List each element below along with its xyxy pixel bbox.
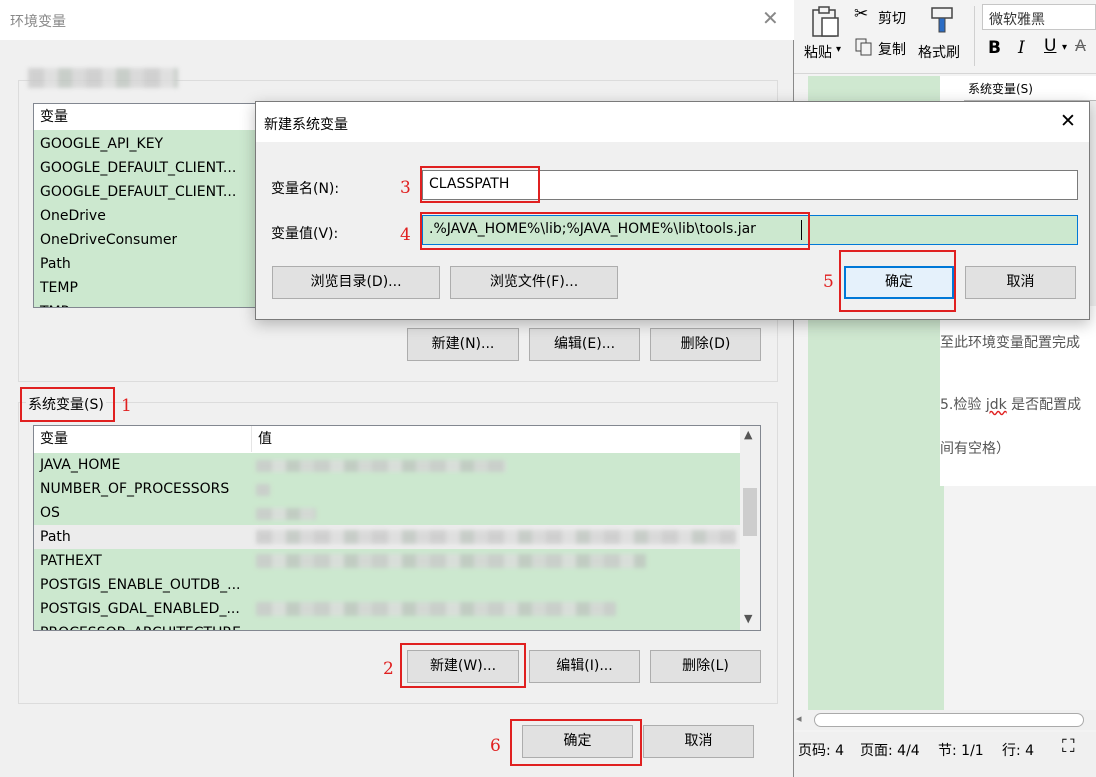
table-row[interactable]: JAVA_HOME (34, 453, 120, 477)
copy-button[interactable]: 复制 (852, 37, 922, 59)
table-row[interactable]: Path (34, 525, 71, 549)
annotation-box-var-name (420, 166, 540, 203)
annotation-box-system-vars (20, 387, 115, 422)
format-painter-label: 格式刷 (918, 45, 960, 61)
doc-line-2: 5.检验 jdk 是否配置成 (940, 397, 1082, 413)
scroll-up-icon[interactable]: ▲ (744, 428, 752, 441)
word-horizontal-scrollbar[interactable]: ◂ (794, 710, 1096, 730)
user-list-header[interactable]: 变量 (34, 104, 262, 130)
list-item[interactable]: GOOGLE_API_KEY (34, 132, 163, 156)
annotation-number-6: 6 (490, 736, 501, 756)
scrollbar-thumb[interactable] (814, 713, 1084, 727)
system-list-header-var[interactable]: 变量 (34, 426, 252, 452)
new-system-variable-dialog: 新建系统变量 ✕ 变量名(N): CLASSPATH 变量值(V): .%JAV… (255, 101, 1090, 320)
variable-value-label: 变量值(V): (271, 226, 339, 242)
user-new-button[interactable]: 新建(N)... (407, 328, 519, 361)
copy-label: 复制 (878, 42, 906, 58)
paste-button[interactable]: 粘贴 ▾ (802, 4, 848, 64)
paste-label: 粘贴 (804, 45, 832, 61)
copy-icon (855, 38, 872, 56)
scissors-icon: ✂ (854, 4, 869, 24)
table-row[interactable]: POSTGIS_ENABLE_OUTDB_... (34, 573, 240, 597)
font-name-value: 微软雅黑 (989, 12, 1045, 28)
list-item[interactable]: Path (34, 252, 71, 276)
status-row: 行: 4 (1002, 743, 1035, 759)
annotation-box-var-value (420, 212, 810, 250)
system-edit-button[interactable]: 编辑(I)... (529, 650, 640, 683)
doc-line-3: 间有空格） (940, 441, 1010, 457)
variable-name-label: 变量名(N): (271, 181, 340, 197)
bold-button[interactable]: B (988, 38, 1001, 58)
underline-dropdown-icon[interactable]: ▾ (1062, 42, 1067, 53)
value-blurred (256, 530, 736, 544)
list-item[interactable]: OneDriveConsumer (34, 228, 177, 252)
underline-button[interactable]: U (1044, 36, 1056, 56)
scroll-left-icon[interactable]: ◂ (796, 712, 802, 725)
dialog-cancel-button[interactable]: 取消 (965, 266, 1076, 299)
italic-button[interactable]: I (1018, 38, 1025, 58)
list-item[interactable]: OneDrive (34, 204, 106, 228)
format-painter-button[interactable]: 格式刷 (918, 4, 970, 64)
chevron-down-icon: ▾ (836, 44, 842, 55)
paintbrush-icon (931, 7, 953, 33)
cut-label: 剪切 (878, 11, 906, 27)
list-item[interactable]: GOOGLE_DEFAULT_CLIENT... (34, 180, 236, 204)
annotation-box-env-ok (510, 719, 642, 766)
user-edit-button[interactable]: 编辑(E)... (529, 328, 640, 361)
scroll-down-icon[interactable]: ▼ (744, 612, 752, 625)
table-row[interactable]: OS (34, 501, 60, 525)
doc-misspelled-word: jdk (985, 397, 1007, 413)
annotation-number-2: 2 (383, 659, 394, 679)
annotation-number-4: 4 (400, 225, 411, 245)
annotation-box-dialog-ok (839, 250, 956, 312)
status-pages: 页面: 4/4 (860, 743, 920, 759)
fullscreen-icon[interactable]: ⛶ (1062, 736, 1075, 757)
annotation-number-3: 3 (400, 178, 411, 198)
env-window-titlebar: 环境变量 ✕ (0, 0, 794, 40)
annotation-box-new-button (400, 643, 526, 688)
system-delete-button[interactable]: 删除(L) (650, 650, 761, 683)
scrollbar-thumb[interactable] (743, 488, 757, 536)
browse-directory-button[interactable]: 浏览目录(D)... (272, 266, 440, 299)
browse-file-button[interactable]: 浏览文件(F)... (450, 266, 618, 299)
font-name-select[interactable]: 微软雅黑 (982, 4, 1096, 30)
clipboard-icon (812, 6, 839, 37)
value-blurred (256, 460, 506, 472)
system-list-scrollbar[interactable]: ▲ ▼ (740, 426, 760, 630)
value-blurred (256, 554, 646, 568)
doc-system-vars-label: 系统变量(S) (968, 82, 1033, 96)
cut-button[interactable]: ✂ 剪切 (852, 4, 922, 28)
value-blurred (256, 508, 316, 520)
dialog-titlebar: 新建系统变量 ✕ (256, 102, 1089, 142)
status-page: 页码: 4 (798, 743, 845, 759)
list-item[interactable]: TEMP (34, 276, 78, 300)
env-window-title: 环境变量 (10, 14, 66, 30)
table-row[interactable]: PATHEXT (34, 549, 102, 573)
table-row[interactable]: PROCESSOR_ARCHITECTURE (34, 621, 241, 630)
close-icon[interactable]: ✕ (762, 6, 779, 30)
env-cancel-button[interactable]: 取消 (643, 725, 754, 758)
table-row[interactable]: NUMBER_OF_PROCESSORS (34, 477, 229, 501)
status-section: 节: 1/1 (938, 743, 984, 759)
word-status-bar: 页码: 4 页面: 4/4 节: 1/1 行: 4 ⛶ (794, 732, 1096, 777)
user-delete-button[interactable]: 删除(D) (650, 328, 761, 361)
ribbon-divider (974, 6, 975, 66)
user-vars-group-label-blurred (28, 68, 178, 88)
annotation-number-1: 1 (121, 396, 132, 416)
value-blurred (256, 484, 270, 496)
word-ribbon: 粘贴 ▾ ✂ 剪切 复制 格式刷 微软雅黑 B I U ▾ A (794, 0, 1096, 74)
strikethrough-icon[interactable]: A (1075, 36, 1086, 55)
value-blurred (256, 602, 616, 616)
dialog-title: 新建系统变量 (264, 117, 348, 133)
list-item[interactable]: GOOGLE_DEFAULT_CLIENT... (34, 156, 236, 180)
dialog-close-icon[interactable]: ✕ (1060, 110, 1076, 132)
system-vars-list[interactable]: 变量 值 JAVA_HOME NUMBER_OF_PROCESSORS OS P… (33, 425, 761, 631)
system-list-header-val[interactable]: 值 (252, 426, 740, 452)
list-item[interactable]: TMP (34, 300, 69, 307)
doc-line-1: 至此环境变量配置完成 (940, 335, 1080, 351)
user-vars-list[interactable]: 变量 GOOGLE_API_KEY GOOGLE_DEFAULT_CLIENT.… (33, 103, 263, 308)
table-row[interactable]: POSTGIS_GDAL_ENABLED_... (34, 597, 240, 621)
annotation-number-5: 5 (823, 272, 834, 292)
